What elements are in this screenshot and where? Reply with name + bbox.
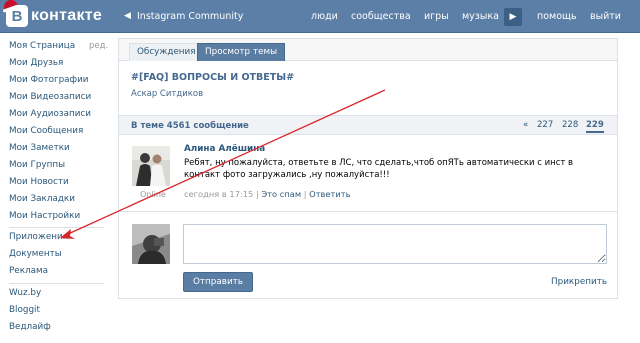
topic-title: #[FAQ] ВОПРОСЫ И ОТВЕТЫ#	[131, 72, 295, 83]
nav-people[interactable]: люди	[311, 11, 338, 22]
sidebar-link-wuz[interactable]: Wuz.by	[9, 288, 41, 298]
post-author[interactable]: Алина Алёшина	[184, 144, 265, 154]
pager-page[interactable]: 227	[537, 120, 553, 130]
sidebar-item-videos[interactable]: Мои Видеозаписи	[9, 92, 91, 102]
post-meta: сегодня в 17:15 | Это спам | Ответить	[184, 189, 350, 199]
report-spam-link[interactable]: Это спам	[261, 189, 301, 199]
nav-logout[interactable]: выйти	[590, 11, 621, 22]
divider	[119, 211, 617, 212]
back-arrow-icon[interactable]: ◀	[124, 11, 131, 21]
sidebar-item-my-page[interactable]: Моя Страница	[9, 41, 75, 51]
message-count: В теме 4561 сообщение	[131, 121, 249, 131]
header-title[interactable]: Instagram Community	[137, 11, 243, 22]
pager-current: 229	[586, 120, 604, 133]
logo-text: контакте	[31, 7, 103, 24]
topic-panel: Обсуждения Просмотр темы #[FAQ] ВОПРОСЫ …	[118, 38, 618, 299]
sidebar-item-bookmarks[interactable]: Мои Закладки	[9, 194, 75, 204]
nav-communities[interactable]: сообщества	[351, 11, 411, 22]
sidebar-item-groups[interactable]: Мои Группы	[9, 160, 65, 170]
logo-letter: В	[11, 7, 23, 25]
sidebar-item-friends[interactable]: Мои Друзья	[9, 58, 63, 68]
attach-link[interactable]: Прикрепить	[551, 277, 607, 287]
meta-separator: |	[255, 189, 259, 199]
topic-author[interactable]: Аскар Ситдиков	[131, 89, 203, 99]
sidebar-link-bloggit[interactable]: Bloggit	[9, 305, 40, 315]
reply-link[interactable]: Ответить	[309, 189, 350, 199]
meta-separator: |	[303, 189, 307, 199]
sidebar-item-ads[interactable]: Реклама	[9, 266, 48, 276]
reply-input[interactable]	[183, 224, 607, 264]
sidebar-divider	[9, 227, 104, 228]
nav-games[interactable]: игры	[424, 11, 449, 22]
play-icon[interactable]: ▶	[504, 8, 522, 26]
sidebar-item-messages[interactable]: Мои Сообщения	[9, 126, 83, 136]
send-button[interactable]: Отправить	[183, 272, 253, 292]
sidebar-item-news[interactable]: Мои Новости	[9, 177, 69, 187]
vk-logo[interactable]: В контакте	[2, 0, 103, 27]
nav-music[interactable]: музыка	[462, 11, 499, 22]
avatar[interactable]	[132, 146, 170, 186]
logo-mark: В	[2, 0, 28, 27]
message-count-bar: В теме 4561 сообщение « 227 228 229	[119, 115, 617, 135]
my-avatar[interactable]	[132, 224, 170, 264]
online-status: Online	[140, 190, 166, 199]
nav-help[interactable]: помощь	[537, 11, 577, 22]
sidebar-item-audio[interactable]: Мои Аудиозаписи	[9, 109, 91, 119]
tab-discussions[interactable]: Обсуждения	[129, 43, 204, 61]
edit-link[interactable]: ред.	[89, 41, 108, 51]
sidebar-divider	[9, 283, 104, 284]
pager-page[interactable]: 228	[562, 120, 578, 130]
tab-view-topic[interactable]: Просмотр темы	[197, 43, 286, 61]
sidebar-item-settings[interactable]: Мои Настройки	[9, 211, 80, 221]
post-text: Ребят, ну пожалуйста, ответьте в ЛС, что…	[184, 158, 574, 180]
sidebar-item-notes[interactable]: Мои Заметки	[9, 143, 70, 153]
top-header: В контакте ◀ Instagram Community люди со…	[0, 0, 640, 33]
post-time: сегодня в 17:15	[184, 189, 254, 199]
sidebar-item-documents[interactable]: Документы	[9, 249, 62, 259]
sidebar-item-apps[interactable]: Приложения	[9, 232, 68, 242]
tabs-bar: Обсуждения Просмотр темы	[119, 39, 617, 61]
pager-prev[interactable]: «	[523, 120, 528, 130]
sidebar-link-vedlife[interactable]: Ведлайф	[9, 322, 51, 332]
sidebar-item-photos[interactable]: Мои Фотографии	[9, 75, 89, 85]
